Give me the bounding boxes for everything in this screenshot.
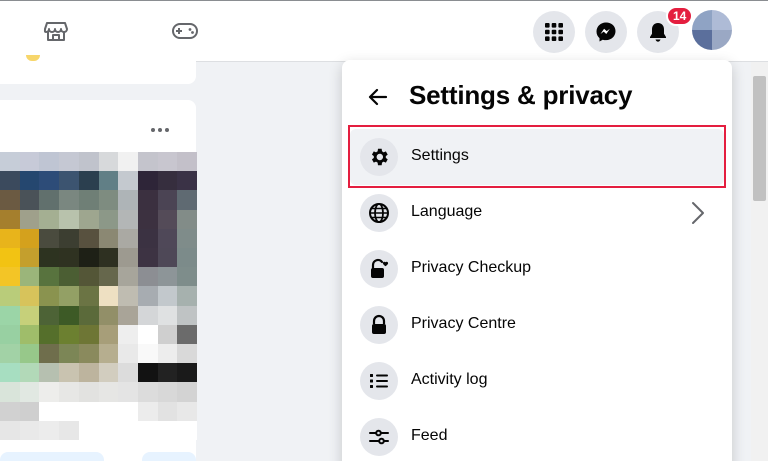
panel-header: Settings & privacy <box>342 60 732 126</box>
menu-item-language[interactable]: Language <box>350 185 724 241</box>
menu-item-label: Language <box>411 203 483 220</box>
settings-privacy-panel: Settings & privacy Settings Language Pri… <box>342 60 732 461</box>
avatar[interactable] <box>692 10 732 50</box>
gear-icon <box>360 138 398 176</box>
lock-icon <box>360 306 398 344</box>
top-navigation-bar: 14 <box>0 0 768 62</box>
chevron-right-icon <box>688 199 708 227</box>
feed-card-top <box>0 55 196 84</box>
back-arrow-icon[interactable] <box>362 82 394 112</box>
menu-item-label: Privacy Centre <box>411 315 516 332</box>
messenger-icon[interactable] <box>585 11 627 53</box>
menu-item-label: Feed <box>411 427 448 444</box>
scrollbar[interactable] <box>751 62 768 461</box>
gaming-icon[interactable] <box>169 15 201 47</box>
menu-item-privacy-checkup[interactable]: Privacy Checkup <box>350 241 724 297</box>
menu-item-feed[interactable]: Feed <box>350 409 724 461</box>
sliders-icon <box>360 418 398 456</box>
menu-item-activity-log[interactable]: Activity log <box>350 353 724 409</box>
post-action-tab[interactable] <box>0 452 104 461</box>
list-icon <box>360 362 398 400</box>
reaction-icon <box>26 55 40 61</box>
menu-item-label: Settings <box>411 147 469 164</box>
marketplace-icon[interactable] <box>40 15 72 47</box>
post-image[interactable] <box>0 152 197 440</box>
menu-item-label: Privacy Checkup <box>411 259 532 276</box>
post-action-tab[interactable] <box>142 452 196 461</box>
menu-item-privacy-centre[interactable]: Privacy Centre <box>350 297 724 353</box>
panel-title: Settings & privacy <box>409 80 633 110</box>
menu-grid-icon[interactable] <box>533 11 575 53</box>
scrollbar-thumb[interactable] <box>753 76 766 201</box>
menu-item-label: Activity log <box>411 371 488 388</box>
globe-icon <box>360 194 398 232</box>
notification-badge: 14 <box>666 6 694 26</box>
lock-heart-icon <box>360 250 398 288</box>
more-dots-icon[interactable] <box>148 120 172 140</box>
menu-item-settings[interactable]: Settings <box>350 129 724 185</box>
